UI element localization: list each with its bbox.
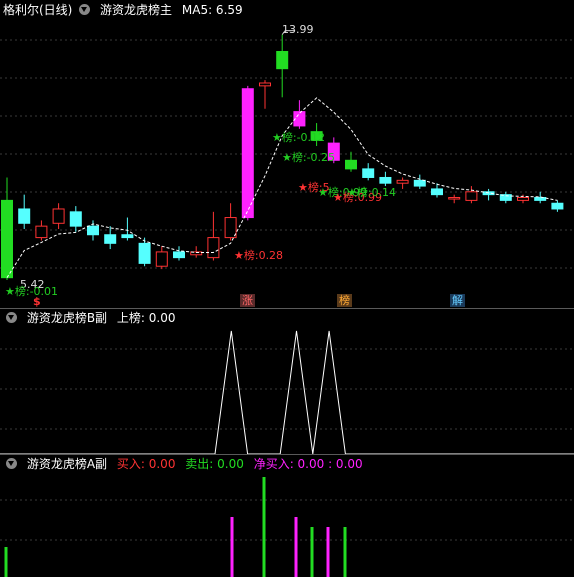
marker-dollar: $ [33,295,41,308]
buy-bar [326,527,330,577]
buy-bar [294,517,298,577]
buy-bar [262,477,266,577]
candle-body [1,199,13,279]
buy-bar [4,547,8,577]
candle-body [18,208,31,224]
candle-body [52,208,65,224]
candle-body [173,251,185,259]
main-chart-panel[interactable]: 格利尔(日线) 游资龙虎榜主 MA5: 6.59 13.99 5.42 ★榜:-… [0,0,574,308]
annotation-7: ★榜:0.28 [234,249,284,262]
annotation-6: ★榜:0.14 [347,186,397,199]
panel-a[interactable]: 游资龙虎榜A副 买入: 0.00 卖出: 0.00 净买入: 0.00 : 0.… [0,455,574,577]
candle-body [69,211,82,227]
price-high-label: 13.99 [282,23,314,36]
candle-body [551,202,564,210]
candle-body [121,234,134,239]
candle-body [35,225,48,239]
annotation-2: ★榜:-0.25 [282,151,336,164]
candle-body [87,225,99,236]
candle-body [431,188,443,196]
candle-body [413,179,426,187]
buy-bar-chart[interactable] [0,455,574,577]
panel-b[interactable]: 游资龙虎榜B副 上榜: 0.00 [0,309,574,454]
buy-bar [343,527,347,577]
candle-body [259,82,271,87]
marker-rise: 涨 [240,294,255,307]
candle-body [379,176,392,184]
candle-body [224,217,237,239]
candle-body [138,242,151,264]
candle-body [396,179,409,184]
candle-body [448,197,461,200]
candle-body [534,197,547,201]
candle-body [465,191,478,201]
candle-body [345,159,357,170]
candle-body [241,88,254,219]
candle-body [155,251,168,267]
buy-bar [230,517,234,577]
buy-bar [310,527,314,577]
candle-body [362,168,375,178]
candle-body [517,197,529,201]
marker-release: 解 [450,294,465,307]
annotation-1: ★榜:-0.12 [272,131,326,144]
listing-line-chart[interactable] [0,309,574,454]
candle-body [104,234,117,244]
candle-body [276,50,289,70]
marker-rank: 榜 [337,294,352,307]
candle-body [207,237,220,259]
